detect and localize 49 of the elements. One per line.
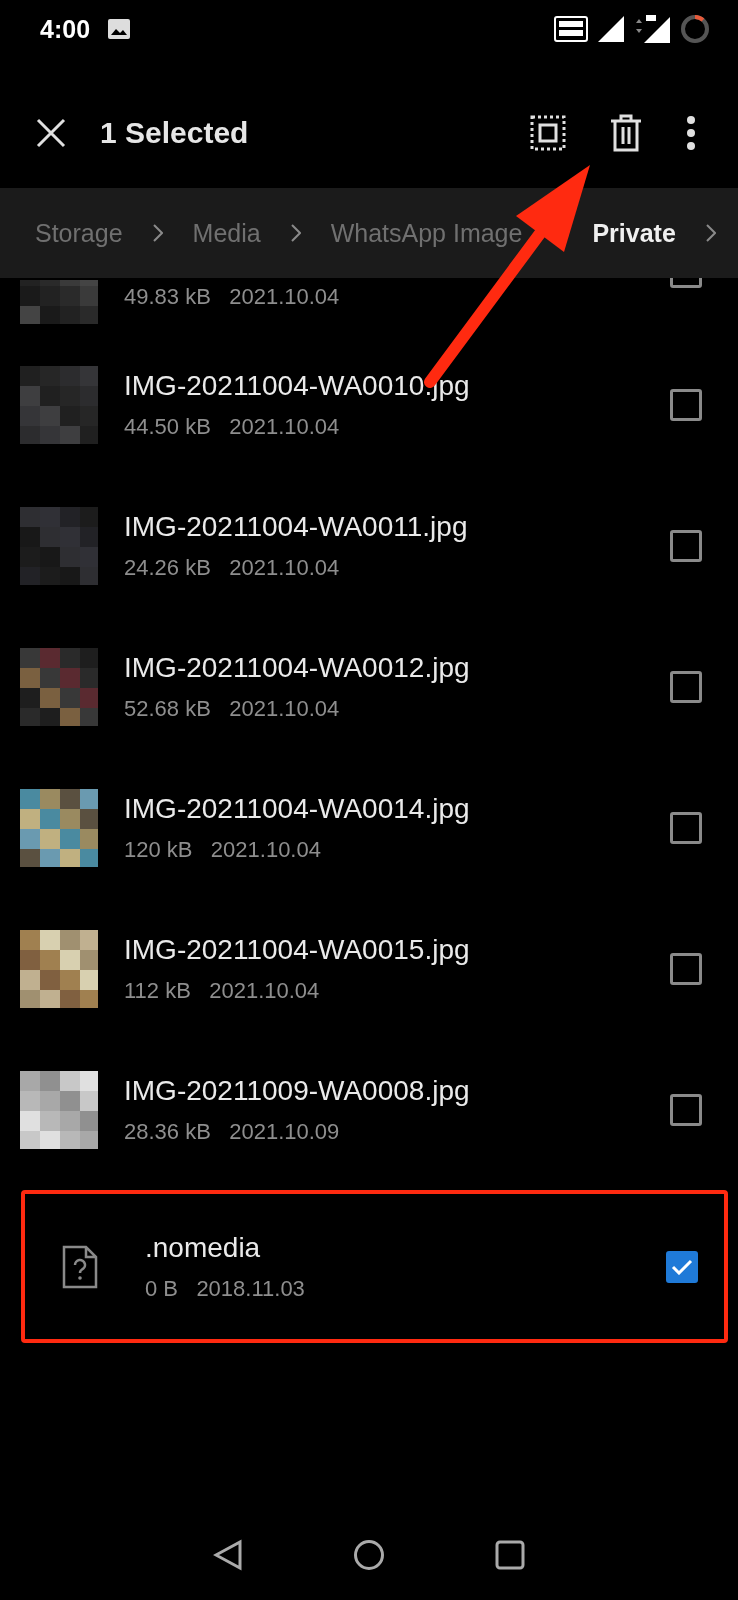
- close-icon[interactable]: [36, 118, 66, 148]
- file-details: 49.83 kB 2021.10.04: [124, 284, 340, 310]
- file-name: .nomedia: [145, 1231, 262, 1264]
- file-row[interactable]: 49.83 kB 2021.10.04: [0, 278, 738, 334]
- file-row[interactable]: IMG-20211004-WA0011.jpg 24.26 kB 2021.10.04: [0, 475, 738, 616]
- checkbox[interactable]: [670, 388, 702, 421]
- more-options-icon[interactable]: [686, 115, 696, 151]
- file-name: IMG-20211004-WA0014.jpg: [124, 792, 470, 825]
- file-details: 120 kB 2021.10.04: [124, 836, 322, 863]
- file-row[interactable]: IMG-20211004-WA0010.jpg 44.50 kB 2021.10.04: [0, 334, 738, 475]
- home-icon[interactable]: [353, 1539, 385, 1571]
- chevron-right-icon: [705, 224, 716, 242]
- back-icon[interactable]: [213, 1539, 243, 1571]
- checkbox[interactable]: [670, 670, 702, 703]
- unknown-file-icon: [62, 1244, 98, 1289]
- checkbox[interactable]: [670, 529, 702, 562]
- loading-circle-icon: [680, 14, 710, 44]
- file-details: 24.26 kB 2021.10.04: [124, 554, 341, 581]
- checkbox[interactable]: [670, 1093, 702, 1126]
- chevron-right-icon: [152, 224, 163, 242]
- file-row[interactable]: IMG-20211004-WA0012.jpg 52.68 kB 2021.10.04: [0, 616, 738, 757]
- file-row[interactable]: IMG-20211004-WA0014.jpg 120 kB 2021.10.04: [0, 757, 738, 898]
- checkbox[interactable]: [670, 952, 702, 985]
- signal-icon: [598, 16, 624, 42]
- file-name: IMG-20211004-WA0010.jpg: [124, 369, 470, 402]
- file-details: 44.50 kB 2021.10.04: [124, 413, 341, 440]
- file-row[interactable]: IMG-20211004-WA0015.jpg 112 kB 2021.10.04: [0, 898, 738, 1039]
- breadcrumb-item[interactable]: Private: [592, 218, 676, 248]
- selection-count-title: 1 Selected: [100, 116, 249, 150]
- checkmark-icon: [671, 1258, 693, 1275]
- file-name: IMG-20211004-WA0012.jpg: [124, 651, 470, 684]
- file-name: IMG-20211004-WA0015.jpg: [124, 933, 470, 966]
- image-icon: [108, 19, 131, 39]
- file-details: 112 kB 2021.10.04: [124, 977, 321, 1004]
- checkbox[interactable]: [670, 811, 702, 844]
- file-row[interactable]: IMG-20211009-WA0008.jpg 28.36 kB 2021.10.09: [0, 1039, 738, 1180]
- file-details: 28.36 kB 2021.10.09: [124, 1118, 341, 1145]
- file-details: 52.68 kB 2021.10.04: [124, 695, 341, 722]
- clock: 4:00: [40, 14, 91, 44]
- recents-icon[interactable]: [495, 1540, 525, 1570]
- highlighted-file-row[interactable]: .nomedia 0 B 2018.11.03: [21, 1190, 728, 1343]
- trash-icon[interactable]: [610, 114, 642, 152]
- checkbox[interactable]: [666, 1250, 698, 1283]
- mobile-data-signal-icon: [634, 15, 670, 43]
- file-details: 0 B 2018.11.03: [145, 1275, 305, 1302]
- chevron-right-icon: [290, 224, 301, 242]
- file-name: IMG-20211004-WA0011.jpg: [124, 510, 468, 543]
- select-all-icon[interactable]: [530, 115, 566, 151]
- file-name: IMG-20211009-WA0008.jpg: [124, 1074, 470, 1107]
